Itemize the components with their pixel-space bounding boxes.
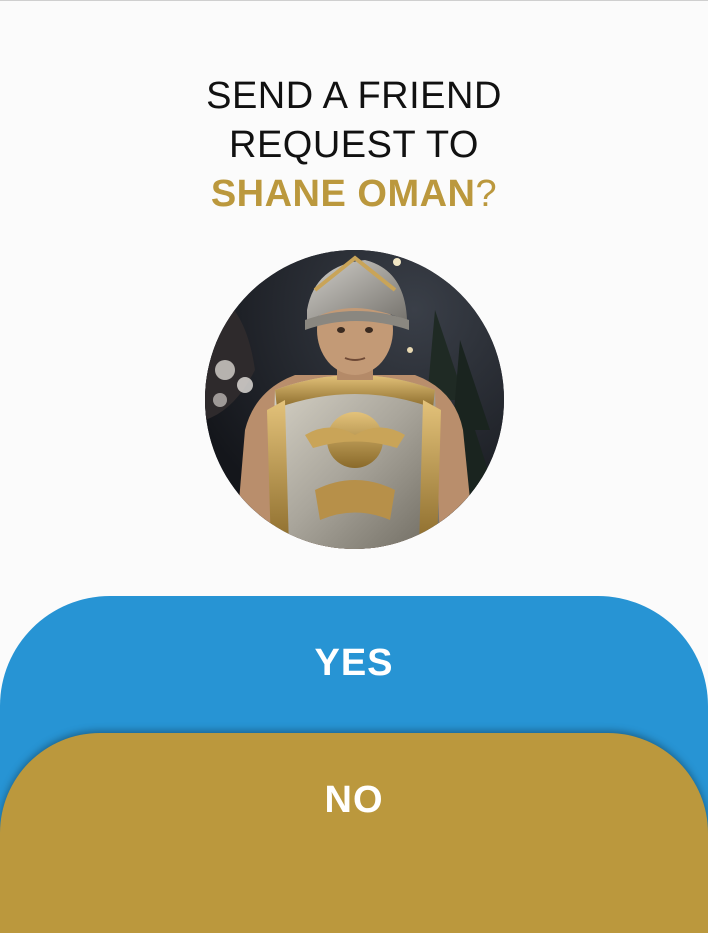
user-name: SHANE OMAN bbox=[210, 173, 476, 215]
prompt-line-1: SEND A FRIEND bbox=[206, 75, 502, 117]
avatar-photo bbox=[205, 250, 504, 549]
prompt-line-2: REQUEST TO bbox=[229, 124, 479, 166]
avatar bbox=[205, 250, 504, 549]
top-divider bbox=[0, 0, 708, 1]
prompt-line-3: SHANE OMAN? bbox=[0, 170, 708, 219]
friend-request-prompt: SEND A FRIEND REQUEST TO SHANE OMAN? bbox=[0, 72, 708, 219]
question-mark: ? bbox=[475, 173, 498, 215]
no-button[interactable]: NO bbox=[0, 733, 708, 933]
no-button-label: NO bbox=[324, 779, 384, 821]
yes-button-label: YES bbox=[314, 642, 394, 684]
